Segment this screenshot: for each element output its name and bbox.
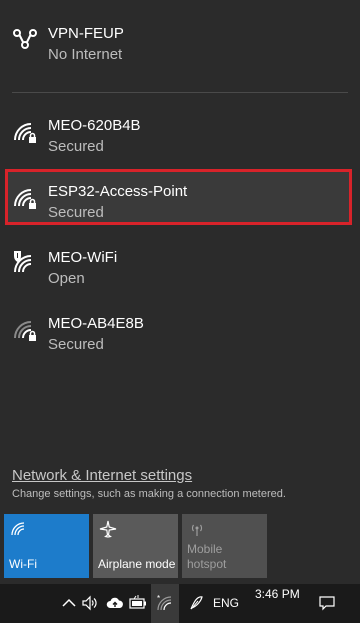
vpn-icon [13,29,37,49]
wifi-tray-button-active[interactable]: * [151,584,179,623]
network-name: MEO-620B4B [48,117,141,134]
language-indicator[interactable]: ENG [213,596,239,610]
network-status: Secured [48,138,104,155]
wifi-icon [11,522,25,536]
network-settings-link[interactable]: Network & Internet settings [12,467,192,484]
airplane-icon [99,520,117,538]
divider [12,92,348,93]
network-status: Secured [48,336,104,353]
network-name: VPN-FEUP [48,25,124,42]
chevron-up-icon[interactable] [60,594,78,612]
cloud-upload-icon[interactable] [106,594,124,612]
svg-text:*: * [157,594,160,603]
pen-icon[interactable] [188,594,206,612]
battery-icon[interactable] [129,594,147,612]
tile-label: Wi-Fi [9,557,37,571]
network-status: Open [48,270,85,287]
tile-label: Airplane mode [98,557,176,571]
network-status: No Internet [48,46,123,63]
wifi-secured-icon [14,123,36,143]
network-item-vpn[interactable]: VPN-FEUP No Internet [0,20,360,82]
airplane-mode-tile[interactable]: Airplane mode [93,514,178,578]
clock[interactable]: 3:46 PM [255,587,300,601]
network-name: MEO-WiFi [48,249,118,266]
notification-icon[interactable] [318,594,336,612]
network-item-esp32-access-point[interactable]: ESP32-Access-Point Secured [0,178,360,240]
network-item-meo-620b4b[interactable]: MEO-620B4B Secured [0,112,360,174]
network-name: MEO-AB4E8B [48,315,144,332]
tile-label: Mobile hotspot [187,542,226,572]
network-item-meo-ab4e8b[interactable]: MEO-AB4E8B Secured [0,310,360,372]
wifi-secured-icon [14,321,36,341]
network-name: ESP32-Access-Point [48,183,188,200]
mobile-hotspot-tile[interactable]: Mobile hotspot [182,514,267,578]
wifi-toggle-tile[interactable]: Wi-Fi [4,514,89,578]
network-flyout: VPN-FEUP No Internet MEO-620B4B Secured … [0,0,360,584]
taskbar: * ENG 3:46 PM [0,584,360,623]
wifi-secured-icon [14,189,36,209]
tile-label-line2: hotspot [187,557,227,571]
volume-icon[interactable] [81,594,99,612]
network-item-meo-wifi[interactable]: MEO-WiFi Open [0,244,360,306]
hotspot-icon [191,524,203,536]
wifi-icon: * [157,594,172,611]
wifi-open-shield-icon [14,251,32,273]
network-status: Secured [48,204,104,221]
network-settings-description: Change settings, such as making a connec… [12,488,286,500]
tile-label-line1: Mobile [187,542,223,556]
